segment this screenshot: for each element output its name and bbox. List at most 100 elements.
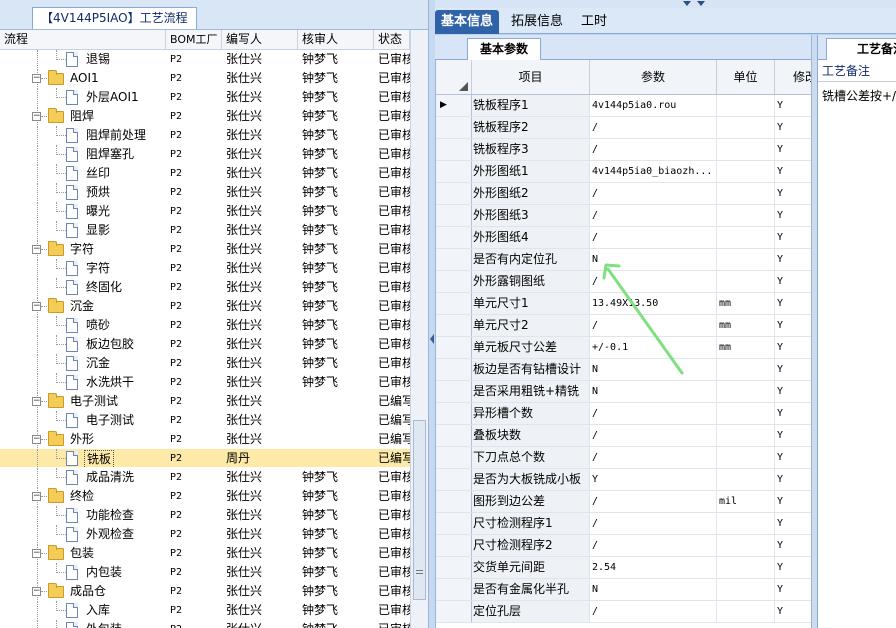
row-selector[interactable] xyxy=(436,491,472,512)
col-header-status[interactable]: 状态 xyxy=(374,30,410,49)
tree-node[interactable]: 水洗烘干 xyxy=(0,373,166,391)
chevron-down-icon[interactable] xyxy=(683,1,691,6)
grid-row[interactable]: 定位孔层 / Y xyxy=(436,601,811,623)
tree-node[interactable]: 沉金 xyxy=(0,354,166,372)
tree-node[interactable]: 入库 xyxy=(0,601,166,619)
row-selector[interactable] xyxy=(436,513,472,534)
tree-node[interactable]: 电子测试 xyxy=(0,411,166,429)
tree-node[interactable]: 成品清洗 xyxy=(0,468,166,486)
tree-row[interactable]: 预烘 P2 张仕兴 钟梦飞 已审核 xyxy=(0,183,410,202)
col-header-item[interactable]: 项目 xyxy=(472,60,590,94)
tree-node[interactable]: 丝印 xyxy=(0,164,166,182)
row-selector[interactable] xyxy=(436,139,472,160)
grid-row[interactable]: 单元板尺寸公差 +/-0.1 mm Y xyxy=(436,337,811,359)
tree-row[interactable]: − 沉金 P2 张仕兴 钟梦飞 已审核 xyxy=(0,297,410,316)
param-cell[interactable]: N xyxy=(590,381,717,402)
tree-row[interactable]: 铣板 P2 周丹 已编写 xyxy=(0,449,410,468)
tree-row[interactable]: 功能检查 P2 张仕兴 钟梦飞 已审核 xyxy=(0,506,410,525)
row-selector[interactable] xyxy=(436,557,472,578)
remarks-text[interactable]: 铣槽公差按+/- xyxy=(822,87,896,104)
param-cell[interactable]: +/-0.1 xyxy=(590,337,717,358)
tree-row[interactable]: 丝印 P2 张仕兴 钟梦飞 已审核 xyxy=(0,164,410,183)
tree-node[interactable]: − 电子测试 xyxy=(0,392,166,410)
row-selector[interactable] xyxy=(436,205,472,226)
col-header-modify[interactable]: 修改 xyxy=(775,60,811,94)
tree-node[interactable]: 功能检查 xyxy=(0,506,166,524)
param-cell[interactable]: 2.54 xyxy=(590,557,717,578)
row-selector[interactable] xyxy=(436,271,472,292)
tree-row[interactable]: 字符 P2 张仕兴 钟梦飞 已审核 xyxy=(0,259,410,278)
param-cell[interactable]: N xyxy=(590,579,717,600)
grid-row[interactable]: 尺寸检测程序2/ Y xyxy=(436,535,811,557)
param-cell[interactable]: / xyxy=(590,227,717,248)
param-cell[interactable]: / xyxy=(590,513,717,534)
row-selector[interactable] xyxy=(436,535,472,556)
row-selector[interactable] xyxy=(436,425,472,446)
tree-row[interactable]: 终固化 P2 张仕兴 钟梦飞 已审核 xyxy=(0,278,410,297)
col-header-unit[interactable]: 单位 xyxy=(717,60,775,94)
grid-row[interactable]: 交货单元间距 2.54 Y xyxy=(436,557,811,579)
row-selector[interactable] xyxy=(436,381,472,402)
param-cell[interactable]: N xyxy=(590,359,717,380)
tree-row[interactable]: 沉金 P2 张仕兴 钟梦飞 已审核 xyxy=(0,354,410,373)
tree-node[interactable]: − 沉金 xyxy=(0,297,166,315)
tree-node[interactable]: 铣板 xyxy=(0,449,166,467)
row-selector[interactable] xyxy=(436,447,472,468)
row-selector[interactable] xyxy=(436,227,472,248)
tree-row[interactable]: 入库 P2 张仕兴 钟梦飞 已审核 xyxy=(0,601,410,620)
param-cell[interactable]: / xyxy=(590,183,717,204)
row-selector[interactable] xyxy=(436,293,472,314)
tree-node[interactable]: 终固化 xyxy=(0,278,166,296)
param-cell[interactable]: 13.49X13.50 xyxy=(590,293,717,314)
param-cell[interactable]: / xyxy=(590,271,717,292)
param-cell[interactable]: / xyxy=(590,425,717,446)
tab-extended-info[interactable]: 拓展信息 xyxy=(505,10,569,34)
grid-row[interactable]: 铣板程序2/ Y xyxy=(436,117,811,139)
row-selector[interactable] xyxy=(436,117,472,138)
tree-scrollbar[interactable] xyxy=(410,30,428,628)
param-cell[interactable]: / xyxy=(590,491,717,512)
panel-splitter[interactable] xyxy=(428,0,435,628)
row-selector[interactable] xyxy=(436,469,472,490)
grid-row[interactable]: 尺寸检测程序1/ Y xyxy=(436,513,811,535)
collapse-icon[interactable]: − xyxy=(32,397,41,406)
tree-node[interactable]: 显影 xyxy=(0,221,166,239)
collapse-icon[interactable]: − xyxy=(32,435,41,444)
grid-row[interactable]: 异形槽个数 / Y xyxy=(436,403,811,425)
collapse-icon[interactable]: − xyxy=(32,549,41,558)
tree-row[interactable]: − 外形 P2 张仕兴 已编写 xyxy=(0,430,410,449)
tree-node[interactable]: 预烘 xyxy=(0,183,166,201)
param-cell[interactable]: / xyxy=(590,601,717,622)
row-selector[interactable] xyxy=(436,315,472,336)
grid-row[interactable]: 是否为大板铣成小板 Y Y xyxy=(436,469,811,491)
grid-corner-icon[interactable] xyxy=(436,60,472,94)
param-cell[interactable]: / xyxy=(590,403,717,424)
col-header-flow[interactable]: 流程 xyxy=(0,30,166,49)
tree-row[interactable]: − AOI1 P2 张仕兴 钟梦飞 已审核 xyxy=(0,69,410,88)
tree-row[interactable]: − 包装 P2 张仕兴 钟梦飞 已审核 xyxy=(0,544,410,563)
param-cell[interactable]: / xyxy=(590,139,717,160)
grid-row[interactable]: 图形到边公差 / mil Y xyxy=(436,491,811,513)
col-header-reviewer[interactable]: 核审人 xyxy=(298,30,374,49)
row-selector[interactable] xyxy=(436,579,472,600)
tree-row[interactable]: 内包装 P2 张仕兴 钟梦飞 已审核 xyxy=(0,563,410,582)
row-pointer-icon[interactable]: ▶ xyxy=(436,95,472,116)
tree-row[interactable]: 水洗烘干 P2 张仕兴 钟梦飞 已审核 xyxy=(0,373,410,392)
tree-row[interactable]: 喷砂 P2 张仕兴 钟梦飞 已审核 xyxy=(0,316,410,335)
collapse-icon[interactable]: − xyxy=(32,74,41,83)
tree-row[interactable]: 显影 P2 张仕兴 钟梦飞 已审核 xyxy=(0,221,410,240)
tree-row[interactable]: − 成品仓 P2 张仕兴 钟梦飞 已审核 xyxy=(0,582,410,601)
grid-row[interactable]: ▶ 铣板程序1 4v144p5ia0.rou Y xyxy=(436,95,811,117)
col-header-param[interactable]: 参数 xyxy=(590,60,717,94)
collapse-left-icon[interactable] xyxy=(430,334,434,344)
tree-node[interactable]: − 终检 xyxy=(0,487,166,505)
tree-row[interactable]: − 终检 P2 张仕兴 钟梦飞 已审核 xyxy=(0,487,410,506)
tab-basic-info[interactable]: 基本信息 xyxy=(435,10,500,34)
tree-row[interactable]: − 字符 P2 张仕兴 钟梦飞 已审核 xyxy=(0,240,410,259)
grid-row[interactable]: 铣板程序3/ Y xyxy=(436,139,811,161)
grid-row[interactable]: 外形露铜图纸 / Y xyxy=(436,271,811,293)
tab-process-flow[interactable]: 【4V144P5IAO】工艺流程 xyxy=(32,7,197,29)
tree-node[interactable]: 喷砂 xyxy=(0,316,166,334)
param-cell[interactable]: 4v144p5ia0.rou xyxy=(590,95,717,116)
tree-node[interactable]: 阻焊塞孔 xyxy=(0,145,166,163)
